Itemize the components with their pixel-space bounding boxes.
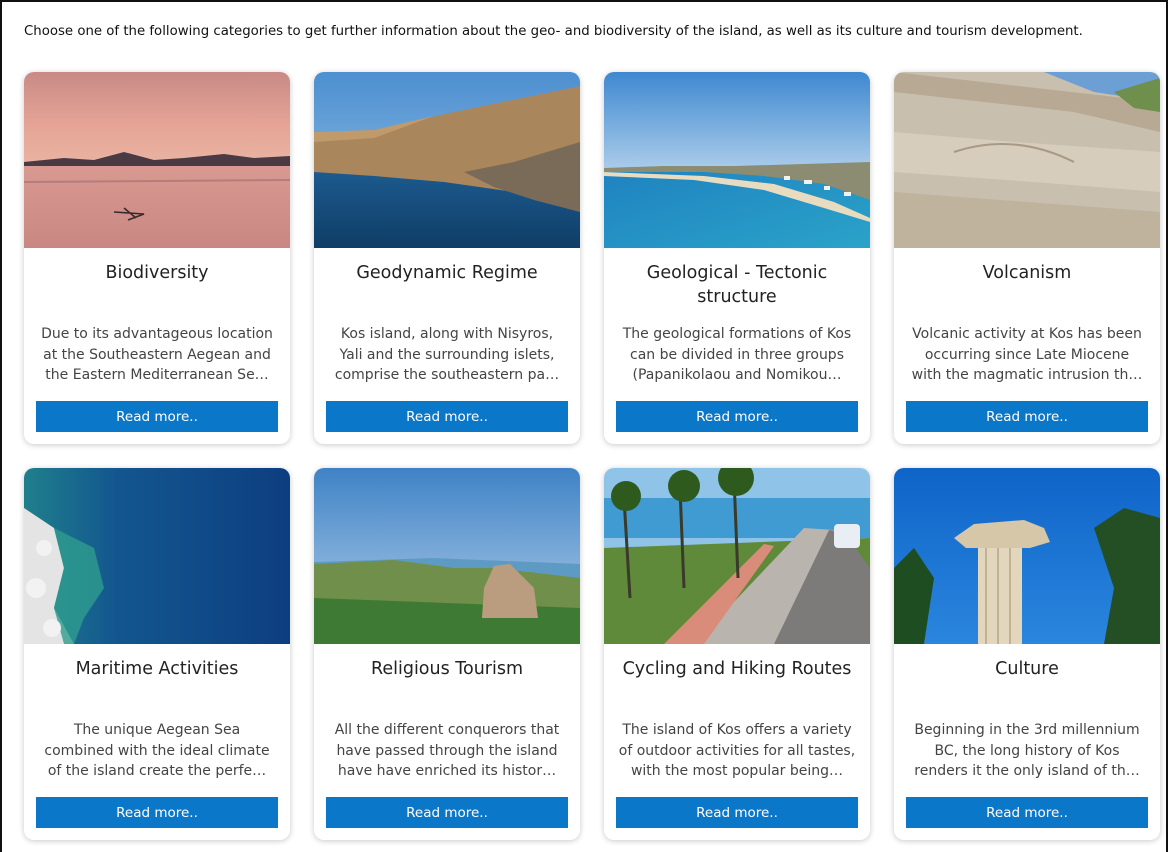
read-more-button[interactable]: Read more.. (906, 401, 1148, 432)
card-description: Volcanic activity at Kos has been occurri… (911, 326, 1143, 383)
read-more-button[interactable]: Read more.. (906, 797, 1148, 828)
card-image-biodiversity (24, 72, 290, 248)
card-title: Biodiversity (105, 263, 209, 283)
read-more-button[interactable]: Read more.. (326, 401, 568, 432)
card-image-maritime (24, 468, 290, 644)
read-more-button[interactable]: Read more.. (616, 797, 858, 828)
card-volcanism[interactable]: Volcanism Volcanic activity at Kos has b… (894, 72, 1160, 444)
card-religious-tourism[interactable]: Religious Tourism All the different conq… (314, 468, 580, 840)
card-title: Volcanism (982, 263, 1072, 283)
card-description: The island of Kos offers a variety of out… (618, 722, 856, 779)
card-image-geological-tectonic (604, 72, 870, 248)
intro-text: Choose one of the following categories t… (24, 24, 1083, 39)
read-more-button[interactable]: Read more.. (36, 797, 278, 828)
read-more-button[interactable]: Read more.. (616, 401, 858, 432)
card-geological-tectonic-structure[interactable]: Geological - Tectonic structure The geol… (604, 72, 870, 444)
card-description: The geological formations of Kos can be d… (622, 326, 852, 383)
card-cycling-hiking-routes[interactable]: Cycling and Hiking Routes The island of … (604, 468, 870, 840)
card-biodiversity[interactable]: Biodiversity Due to its advantageous loc… (24, 72, 290, 444)
card-culture[interactable]: Culture Beginning in the 3rd millennium B… (894, 468, 1160, 840)
card-title: Geodynamic Regime (356, 263, 538, 283)
content-frame: Choose one of the following categories t… (0, 0, 1168, 852)
card-title: Geological - Tectonic structure (646, 263, 828, 307)
card-title: Religious Tourism (370, 659, 524, 679)
card-image-cycling (604, 468, 870, 644)
card-geodynamic-regime[interactable]: Geodynamic Regime Kos island, along with… (314, 72, 580, 444)
card-image-volcanism (894, 72, 1160, 248)
card-description: Due to its advantageous location at the S… (41, 326, 273, 383)
read-more-button[interactable]: Read more.. (326, 797, 568, 828)
card-image-culture (894, 468, 1160, 644)
read-more-button[interactable]: Read more.. (36, 401, 278, 432)
card-maritime-activities[interactable]: Maritime Activities The unique Aegean Se… (24, 468, 290, 840)
card-description: All the different conquerors that have pa… (334, 722, 560, 779)
card-title: Culture (995, 659, 1059, 679)
card-description: Kos island, along with Nisyros, Yali and … (334, 326, 560, 383)
card-title: Cycling and Hiking Routes (622, 659, 852, 679)
card-image-geodynamic-regime (314, 72, 580, 248)
card-title: Maritime Activities (75, 659, 239, 679)
card-image-religious (314, 468, 580, 644)
card-description: The unique Aegean Sea combined with the i… (44, 722, 270, 779)
card-description: Beginning in the 3rd millennium BC, the l… (914, 722, 1140, 779)
